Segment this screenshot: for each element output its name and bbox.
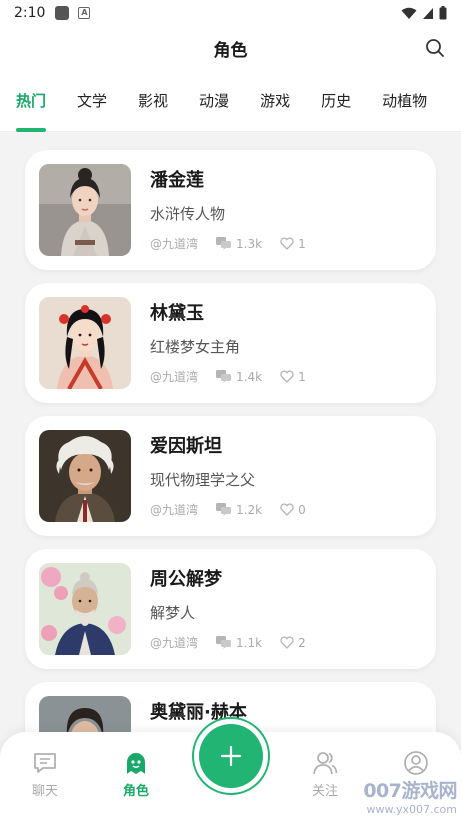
watermark-line-2: www.yx007.com <box>366 803 457 816</box>
card-meta: @九道湾 1.2k 0 <box>150 501 306 518</box>
people-icon <box>313 752 338 775</box>
tab-history[interactable]: 历史 <box>321 70 351 132</box>
character-name: 周公解梦 <box>150 569 222 590</box>
notification-a-icon: A <box>78 7 91 19</box>
chat-count-value: 1.3k <box>236 236 263 251</box>
character-description: 现代物理学之父 <box>150 471 256 489</box>
heart-icon <box>280 237 294 250</box>
chat-bubbles-icon <box>216 370 232 383</box>
wifi-icon <box>401 7 417 19</box>
chat-count: 1.4k <box>216 370 262 384</box>
tab-animals-plants[interactable]: 动植物 <box>382 70 427 132</box>
tab-anime[interactable]: 动漫 <box>199 70 229 132</box>
nav-chat[interactable]: 聊天 <box>15 750 75 799</box>
tab-games[interactable]: 游戏 <box>260 70 290 132</box>
card-meta: @九道湾 1.1k 2 <box>150 634 306 651</box>
chat-count: 1.3k <box>216 237 262 251</box>
avatar[interactable] <box>39 563 131 655</box>
tab-film-tv[interactable]: 影视 <box>138 70 168 132</box>
create-character-button[interactable] <box>199 724 263 788</box>
card-meta: @九道湾 1.3k 1 <box>150 235 306 252</box>
chat-bubble-icon <box>34 753 56 773</box>
signal-icon <box>423 7 433 19</box>
battery-icon <box>439 6 447 20</box>
search-icon[interactable] <box>425 38 445 58</box>
nav-following-label: 关注 <box>311 784 338 799</box>
nav-characters-label: 角色 <box>122 784 149 799</box>
chat-count-value: 1.4k <box>236 369 263 384</box>
chat-count: 1.2k <box>216 503 262 517</box>
character-card[interactable]: 爱因斯坦 现代物理学之父 @九道湾 1.2k 0 <box>25 416 436 536</box>
watermark-line-1: 007游戏网 <box>363 780 457 802</box>
character-name: 潘金莲 <box>150 170 204 191</box>
avatar[interactable] <box>39 164 131 256</box>
watermark: 007游戏网 www.yx007.com <box>363 776 457 816</box>
heart-icon <box>280 503 294 516</box>
avatar[interactable] <box>39 696 131 732</box>
like-count-value: 0 <box>298 502 306 517</box>
chat-count-value: 1.2k <box>236 502 263 517</box>
card-meta: @九道湾 1.4k 1 <box>150 368 306 385</box>
chat-count-value: 1.1k <box>236 635 263 650</box>
like-count[interactable]: 1 <box>280 237 306 251</box>
notification-square-icon <box>55 6 70 20</box>
author-handle[interactable]: @九道湾 <box>150 368 198 385</box>
like-count-value: 1 <box>298 369 306 384</box>
like-count[interactable]: 0 <box>280 503 306 517</box>
category-tabs: 热门 文学 影视 动漫 游戏 历史 动植物 <box>0 70 461 132</box>
app-header: 角色 <box>0 26 461 70</box>
avatar[interactable] <box>39 430 131 522</box>
nav-characters[interactable]: 角色 <box>106 750 166 799</box>
user-circle-icon <box>404 751 428 775</box>
heart-icon <box>280 636 294 649</box>
page-title: 角色 <box>213 40 248 61</box>
author-handle[interactable]: @九道湾 <box>150 501 198 518</box>
character-card[interactable]: 潘金莲 水浒传人物 @九道湾 1.3k 1 <box>25 150 436 270</box>
avatar[interactable] <box>39 297 131 389</box>
character-card[interactable]: 周公解梦 解梦人 @九道湾 1.1k 2 <box>25 549 436 669</box>
character-list: 潘金莲 水浒传人物 @九道湾 1.3k 1 林黛玉 红楼梦女主角 @九道湾 1.… <box>0 132 461 732</box>
character-description: 水浒传人物 <box>150 205 226 223</box>
status-bar: 2:10 A <box>0 0 461 26</box>
chat-bubbles-icon <box>216 503 232 516</box>
like-count[interactable]: 2 <box>280 636 306 650</box>
chat-bubbles-icon <box>216 636 232 649</box>
ghost-character-icon <box>127 753 145 774</box>
chat-bubbles-icon <box>216 237 232 250</box>
chat-count: 1.1k <box>216 636 262 650</box>
tab-hot[interactable]: 热门 <box>16 70 47 132</box>
status-time: 2:10 <box>14 5 46 21</box>
nav-chat-label: 聊天 <box>31 784 58 799</box>
nav-following[interactable]: 关注 <box>295 750 355 799</box>
character-description: 红楼梦女主角 <box>150 338 241 356</box>
like-count-value: 1 <box>298 236 306 251</box>
author-handle[interactable]: @九道湾 <box>150 634 198 651</box>
character-name: 爱因斯坦 <box>150 436 222 457</box>
character-description: 解梦人 <box>150 604 196 622</box>
tab-literature[interactable]: 文学 <box>77 70 107 132</box>
plus-icon <box>220 745 242 767</box>
character-name: 林黛玉 <box>150 303 204 324</box>
character-card[interactable]: 林黛玉 红楼梦女主角 @九道湾 1.4k 1 <box>25 283 436 403</box>
author-handle[interactable]: @九道湾 <box>150 235 198 252</box>
like-count[interactable]: 1 <box>280 370 306 384</box>
heart-icon <box>280 370 294 383</box>
like-count-value: 2 <box>298 635 306 650</box>
